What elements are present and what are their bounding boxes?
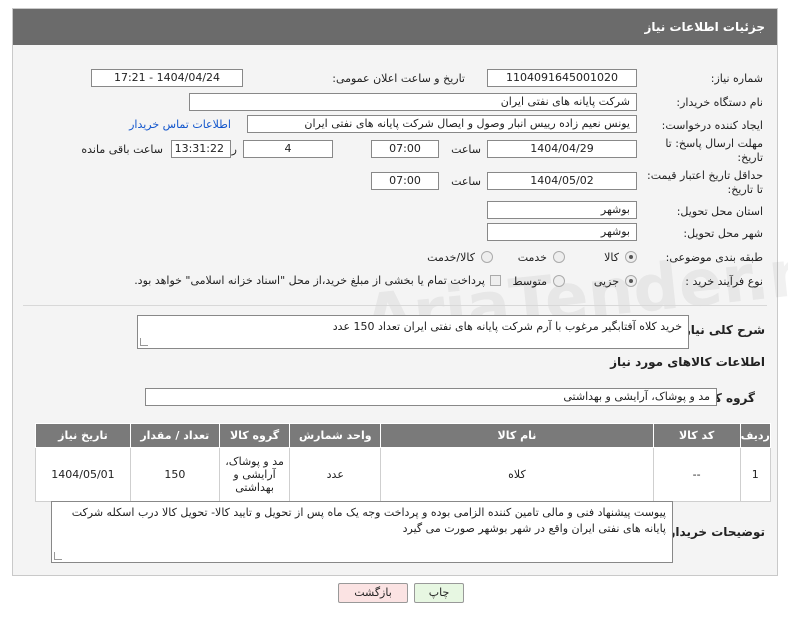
need-number-field[interactable]: 1104091645001020 bbox=[487, 69, 637, 87]
cell-unit: عدد bbox=[289, 447, 382, 502]
announce-label: تاریخ و ساعت اعلان عمومی: bbox=[332, 72, 465, 85]
back-button[interactable]: بازگشت bbox=[338, 583, 408, 603]
items-table: ردیف کد کالا نام کالا واحد شمارش گروه کا… bbox=[35, 423, 771, 502]
need-number-label: شماره نیاز: bbox=[710, 72, 763, 85]
category-option-goods: کالا bbox=[604, 251, 619, 264]
process-option-minor: جزیی bbox=[593, 275, 619, 288]
price-deadline-label: حداقل تاریخ اعتبار قیمت: تا تاریخ: bbox=[647, 169, 763, 196]
reply-date-field[interactable]: 1404/04/29 bbox=[487, 140, 637, 158]
resize-grip-icon[interactable] bbox=[54, 552, 62, 560]
col-header-quantity: تعداد / مقدار bbox=[129, 423, 220, 448]
table-row[interactable]: 1 -- کلاه عدد مد و پوشاک، آرایشی و بهداش… bbox=[35, 447, 771, 502]
category-radio-goods[interactable] bbox=[625, 251, 637, 263]
treasury-payment-checkbox[interactable] bbox=[490, 275, 501, 286]
delivery-province-label: استان محل تحویل: bbox=[676, 205, 763, 218]
payment-note: پرداخت تمام یا بخشی از مبلغ خرید،از محل … bbox=[134, 274, 485, 287]
buyer-notes-text: پیوست پیشنهاد فنی و مالی تامین کننده الز… bbox=[71, 506, 666, 535]
cell-name: کلاه bbox=[380, 447, 654, 502]
process-label: نوع فرآیند خرید : bbox=[685, 275, 763, 288]
summary-label: شرح کلی نیاز: bbox=[679, 323, 765, 337]
goods-info-title: اطلاعات کالاهای مورد نیاز bbox=[610, 355, 765, 369]
col-header-unit: واحد شمارش bbox=[289, 423, 382, 448]
process-radio-medium[interactable] bbox=[553, 275, 565, 287]
process-option-medium: متوسط bbox=[512, 275, 547, 288]
price-date-field[interactable]: 1404/05/02 bbox=[487, 172, 637, 190]
buyer-contact-link[interactable]: اطلاعات تماس خریدار bbox=[129, 118, 231, 131]
remaining-label: ساعت باقی مانده bbox=[81, 143, 163, 156]
buyer-org-field[interactable]: شرکت پایانه های نفتی ایران bbox=[189, 93, 637, 111]
divider bbox=[23, 305, 767, 306]
summary-textarea[interactable]: خرید کلاه آفتابگیر مرغوب با آرم شرکت پای… bbox=[137, 315, 689, 349]
cell-date: 1404/05/01 bbox=[35, 447, 131, 502]
cell-row-number: 1 bbox=[739, 447, 771, 502]
delivery-city-label: شهر محل تحویل: bbox=[683, 227, 763, 240]
delivery-province-field[interactable]: بوشهر bbox=[487, 201, 637, 219]
print-button[interactable]: چاپ bbox=[414, 583, 464, 603]
category-option-goods-service: کالا/خدمت bbox=[427, 251, 475, 264]
days-field[interactable]: 4 bbox=[243, 140, 333, 158]
process-radio-minor[interactable] bbox=[625, 275, 637, 287]
buyer-notes-textarea[interactable]: پیوست پیشنهاد فنی و مالی تامین کننده الز… bbox=[51, 501, 673, 563]
category-radio-goods-service[interactable] bbox=[481, 251, 493, 263]
cell-quantity: 150 bbox=[129, 447, 220, 502]
table-header-row: ردیف کد کالا نام کالا واحد شمارش گروه کا… bbox=[35, 423, 771, 448]
creator-field[interactable]: یونس نعیم زاده رییس انبار وصول و ایصال ش… bbox=[247, 115, 637, 133]
buyer-notes-label: توضیحات خریدار: bbox=[663, 525, 765, 539]
category-option-service: خدمت bbox=[517, 251, 547, 264]
col-header-group: گروه کالا bbox=[218, 423, 291, 448]
col-header-row-number: ردیف bbox=[739, 423, 771, 448]
reply-deadline-label: مهلت ارسال پاسخ: تا تاریخ: bbox=[665, 137, 763, 164]
resize-grip-icon[interactable] bbox=[140, 338, 148, 346]
announce-field[interactable]: 1404/04/24 - 17:21 bbox=[91, 69, 243, 87]
summary-text: خرید کلاه آفتابگیر مرغوب با آرم شرکت پای… bbox=[332, 320, 682, 333]
buyer-org-label: نام دستگاه خریدار: bbox=[676, 96, 763, 109]
reply-time-field[interactable]: 07:00 bbox=[371, 140, 439, 158]
cell-group: مد و پوشاک، آرایشی و بهداشتی bbox=[218, 447, 291, 502]
cell-code: -- bbox=[652, 447, 741, 502]
col-header-code: کد کالا bbox=[652, 423, 741, 448]
price-time-field[interactable]: 07:00 bbox=[371, 172, 439, 190]
reply-time-label: ساعت bbox=[451, 143, 481, 156]
panel-header: جزئیات اطلاعات نیاز bbox=[13, 9, 777, 45]
goods-group-field[interactable]: مد و پوشاک، آرایشی و بهداشتی bbox=[145, 388, 717, 406]
category-label: طبقه بندی موضوعی: bbox=[665, 251, 763, 264]
delivery-city-field[interactable]: بوشهر bbox=[487, 223, 637, 241]
details-panel: جزئیات اطلاعات نیاز AriaTender.net شماره… bbox=[12, 8, 788, 576]
category-radio-service[interactable] bbox=[553, 251, 565, 263]
creator-label: ایجاد کننده درخواست: bbox=[661, 119, 763, 132]
col-header-name: نام کالا bbox=[380, 423, 654, 448]
col-header-date: تاریخ نیاز bbox=[35, 423, 131, 448]
remaining-time-field[interactable]: 13:31:22 bbox=[171, 140, 231, 158]
price-time-label: ساعت bbox=[451, 175, 481, 188]
